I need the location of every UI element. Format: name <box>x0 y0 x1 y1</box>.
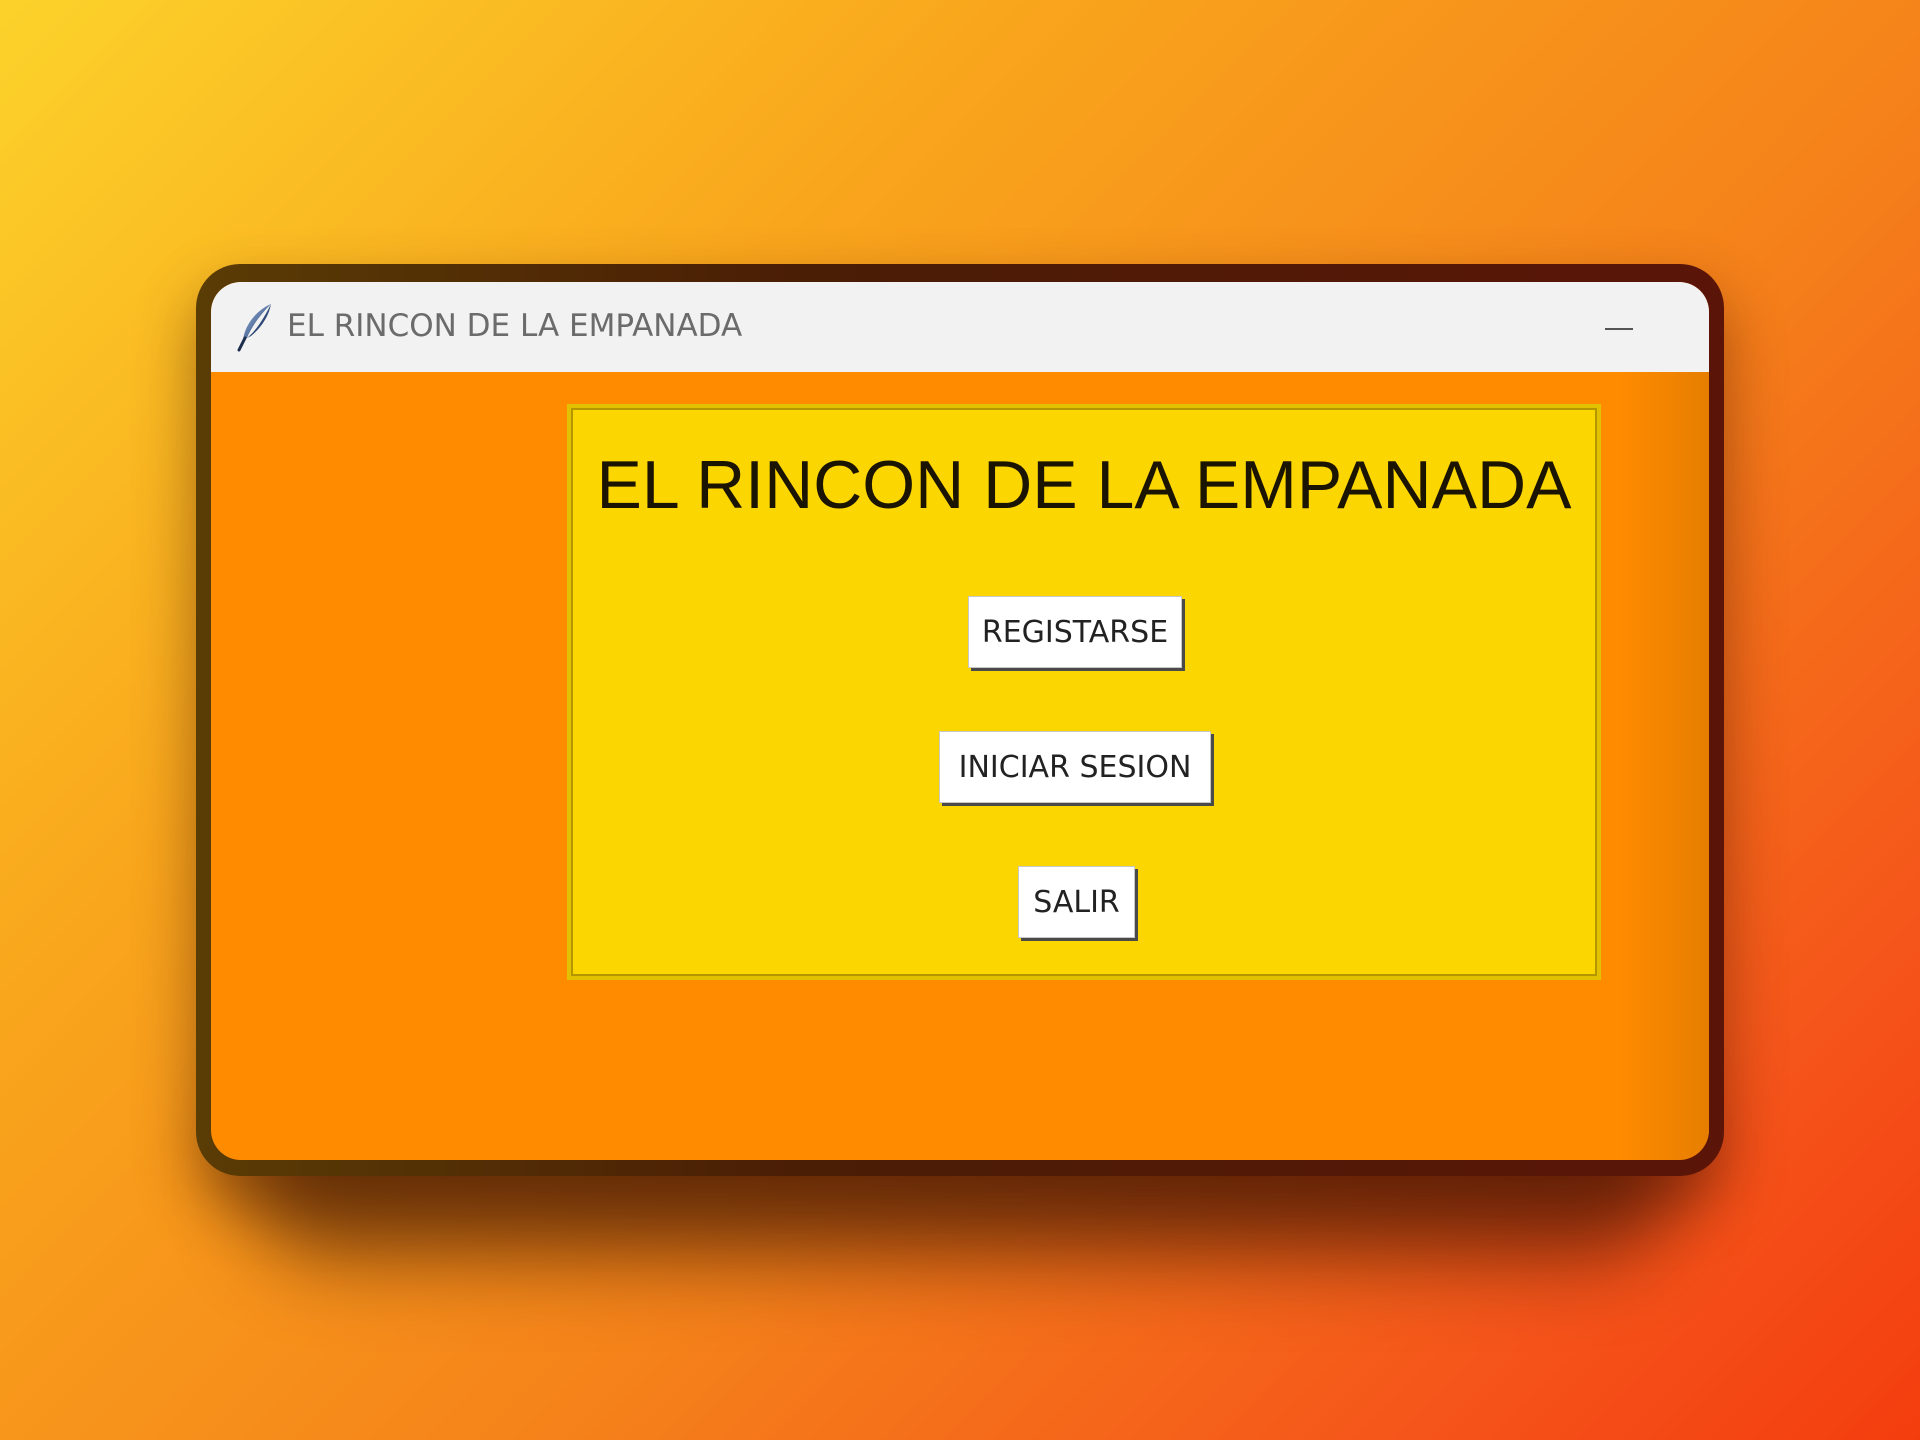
edge-shade <box>1619 372 1709 1160</box>
minimize-icon <box>1605 328 1633 330</box>
feather-icon <box>237 304 271 352</box>
register-button[interactable]: REGISTARSE <box>968 596 1182 668</box>
menu-panel: EL RINCON DE LA EMPANADA REGISTARSE INIC… <box>567 404 1601 980</box>
title-bar[interactable]: EL RINCON DE LA EMPANADA <box>211 282 1709 372</box>
login-button[interactable]: INICIAR SESION <box>939 731 1211 803</box>
window-title: EL RINCON DE LA EMPANADA <box>287 308 743 344</box>
app-window: EL RINCON DE LA EMPANADA EL RINCON DE LA… <box>211 282 1709 1160</box>
minimize-button[interactable] <box>1599 308 1639 348</box>
exit-button[interactable]: SALIR <box>1018 866 1135 938</box>
page-title: EL RINCON DE LA EMPANADA <box>596 447 1572 523</box>
